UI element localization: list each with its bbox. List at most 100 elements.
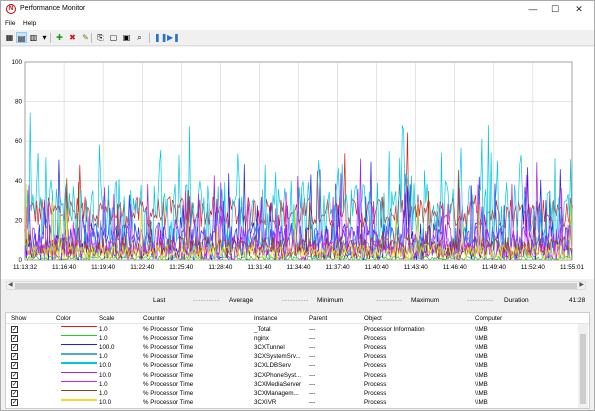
show-checkbox[interactable]: ✓ — [11, 399, 18, 407]
x-tick-label: 11:28:40 — [208, 264, 233, 271]
change-graph-type-icon[interactable]: ▥ — [28, 32, 39, 43]
legend-cell-parent: --- — [309, 343, 316, 351]
legend-cell-counter: % Processor Time — [143, 325, 194, 333]
legend-row[interactable]: ✓ 1.0 % Processor Time 3CXMediaServer --- Pro… — [6, 380, 578, 388]
header-object[interactable]: Object — [364, 315, 382, 322]
maximum-value: ---------- — [467, 297, 494, 304]
paste-counter-list-icon[interactable]: ▢ — [108, 32, 119, 43]
minimize-button[interactable]: — — [521, 3, 545, 16]
show-checkbox[interactable]: ✓ — [11, 343, 18, 351]
legend-cell-object: Process — [364, 371, 387, 379]
legend-cell-computer: \\MB — [475, 371, 488, 379]
legend-cell-parent: --- — [309, 371, 316, 379]
legend-cell-parent: --- — [309, 389, 316, 397]
legend-cell-scale: 100.0 — [99, 343, 115, 351]
legend-cell-instance: 3CXManagem... — [254, 389, 299, 397]
header-scale[interactable]: Scale — [99, 315, 114, 322]
legend-cell-counter: % Processor Time — [143, 399, 194, 407]
legend-cell-object: Process — [364, 343, 387, 351]
close-button[interactable]: ✕ — [567, 3, 591, 16]
scroll-thumb[interactable] — [15, 283, 577, 289]
legend-cell-counter: % Processor Time — [143, 343, 194, 351]
legend-scroll-thumb[interactable] — [580, 334, 586, 404]
header-computer[interactable]: Computer — [475, 315, 502, 322]
freeze-display-icon[interactable]: ❚❚ — [154, 32, 167, 43]
header-parent[interactable]: Parent — [309, 315, 327, 322]
average-value: ---------- — [282, 297, 309, 304]
legend-cell-scale: 1.0 — [99, 325, 108, 333]
legend-cell-scale: 10.0 — [99, 371, 112, 379]
legend-cell-object: Process — [364, 362, 387, 370]
x-tick-label: 11:37:40 — [326, 264, 351, 271]
x-tick-label: 11:52:40 — [521, 264, 546, 271]
dropdown-arrow-icon[interactable]: ▾ — [39, 32, 50, 43]
legend-cell-instance: 3CXMediaServer — [254, 380, 302, 388]
legend-row[interactable]: ✓ 10.0 % Processor Time 3CXIVR --- Process \\M… — [6, 399, 578, 407]
color-swatch — [61, 353, 97, 355]
maximize-button[interactable]: ☐ — [543, 3, 567, 16]
show-checkbox[interactable]: ✓ — [11, 325, 18, 333]
legend-row[interactable]: ✓ 100.0 % Processor Time 3CXTunnel --- Proces… — [6, 343, 578, 351]
window-title: Performance Monitor — [20, 5, 86, 12]
show-checkbox[interactable]: ✓ — [11, 362, 18, 370]
legend-header: Show Color Scale Counter Instance Parent… — [6, 313, 589, 324]
color-swatch — [61, 371, 97, 373]
legend-cell-scale: 10.0 — [99, 362, 112, 370]
show-checkbox[interactable]: ✓ — [11, 380, 18, 388]
view-current-activity-icon[interactable]: ▦ — [4, 32, 15, 43]
header-counter[interactable]: Counter — [143, 315, 165, 322]
legend-cell-object: Process — [364, 399, 387, 407]
last-label: Last — [153, 297, 166, 304]
minimum-label: Minimum — [317, 297, 344, 304]
minimum-value: ---------- — [376, 297, 403, 304]
delete-counter-icon[interactable]: ✖ — [67, 32, 78, 43]
y-tick-label: 0 — [18, 257, 22, 264]
average-label: Average — [229, 297, 254, 304]
performance-monitor-window: N Performance Monitor — ☐ ✕ File Help ▦ ▤… — [0, 0, 595, 411]
highlight-icon[interactable]: ✎ — [80, 32, 91, 43]
legend-cell-computer: \\MB — [475, 353, 488, 361]
show-checkbox[interactable]: ✓ — [11, 389, 18, 397]
menu-help[interactable]: Help — [23, 20, 36, 27]
view-log-data-icon[interactable]: ▤ — [16, 32, 27, 43]
legend-cell-computer: \\MB — [475, 380, 488, 388]
legend-cell-instance: 3CXIVR — [254, 399, 277, 407]
header-show[interactable]: Show — [11, 315, 26, 322]
legend-cell-computer: \\MB — [475, 343, 488, 351]
legend-cell-instance: 3CXPhoneSyst... — [254, 371, 302, 379]
zoom-icon[interactable]: ⌕ — [134, 32, 145, 43]
scroll-right-icon[interactable]: ▶ — [579, 281, 584, 288]
color-swatch — [61, 362, 97, 364]
show-checkbox[interactable]: ✓ — [11, 334, 18, 342]
time-scrollbar[interactable]: ◀ ▶ — [6, 281, 586, 290]
legend-row[interactable]: ✓ 1.0 % Processor Time nginx --- Process \\MB — [6, 334, 578, 342]
show-checkbox[interactable]: ✓ — [11, 371, 18, 379]
properties-icon[interactable]: ▣ — [121, 32, 132, 43]
legend-cell-computer: \\MB — [475, 399, 488, 407]
legend-row[interactable]: ✓ 10.0 % Processor Time 3CXPhoneSyst... --- P… — [6, 371, 578, 379]
legend-cell-object: Processor Information — [364, 325, 425, 333]
legend-cell-object: Process — [364, 334, 387, 342]
add-counter-icon[interactable]: ✚ — [54, 32, 65, 43]
legend-row[interactable]: ✓ 1.0 % Processor Time 3CXSystemSrv... --- Pr… — [6, 353, 578, 361]
legend-vertical-scrollbar[interactable] — [578, 324, 588, 408]
legend-cell-scale: 1.0 — [99, 334, 108, 342]
duration-label: Duration — [504, 297, 529, 304]
menu-file[interactable]: File — [5, 20, 15, 27]
legend-cell-parent: --- — [309, 380, 316, 388]
toolbar-separator — [50, 33, 51, 43]
legend-row[interactable]: ✓ 10.0 % Processor Time 3CXLDBServ --- Proces… — [6, 362, 578, 370]
legend-cell-scale: 10.0 — [99, 399, 112, 407]
legend-row[interactable]: ✓ 1.0 % Processor Time _Total --- Processor I… — [6, 325, 578, 333]
toolbar-separator — [91, 33, 92, 43]
update-data-icon[interactable]: ▶❚ — [167, 32, 180, 43]
show-checkbox[interactable]: ✓ — [11, 353, 18, 361]
copy-properties-icon[interactable]: ⎘ — [95, 32, 106, 43]
legend-row[interactable]: ✓ 1.0 % Processor Time 3CXManagem... --- Proc… — [6, 389, 578, 397]
header-instance[interactable]: Instance — [254, 315, 277, 322]
menu-bar: File Help — [1, 18, 594, 30]
scroll-left-icon[interactable]: ◀ — [8, 281, 13, 288]
header-color[interactable]: Color — [56, 315, 71, 322]
x-tick-label: 11:19:40 — [91, 264, 116, 271]
legend-cell-scale: 1.0 — [99, 389, 108, 397]
